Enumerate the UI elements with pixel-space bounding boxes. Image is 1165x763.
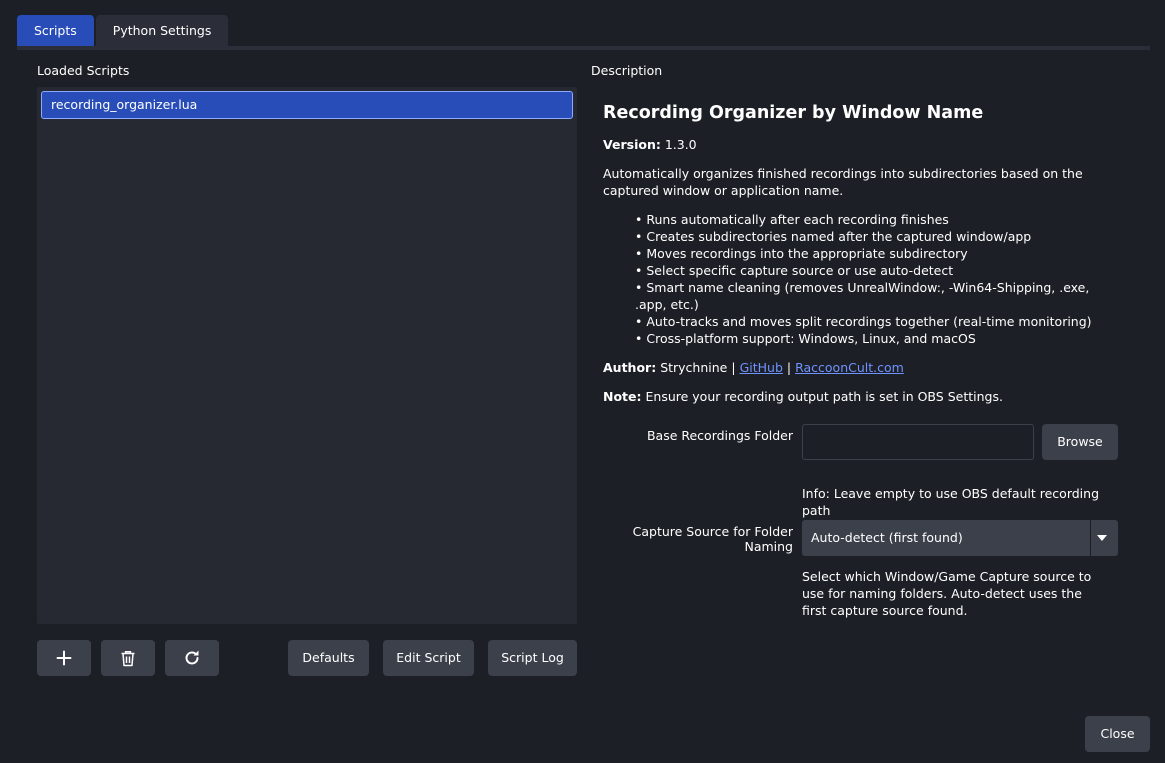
note-label: Note: <box>603 389 642 404</box>
website-link[interactable]: RaccoonCult.com <box>795 360 904 375</box>
author-line: Author: Strychnine | GitHub | RaccoonCul… <box>603 359 1123 376</box>
remove-script-button[interactable] <box>101 640 155 676</box>
capture-source-label: Capture Source for Folder Naming <box>632 524 793 554</box>
tab-scripts[interactable]: Scripts <box>17 15 94 47</box>
defaults-button[interactable]: Defaults <box>288 640 369 676</box>
github-link[interactable]: GitHub <box>740 360 783 375</box>
separator: | <box>731 360 736 375</box>
list-item-script[interactable]: recording_organizer.lua <box>41 91 573 119</box>
capture-source-select[interactable]: Auto-detect (first found) <box>802 520 1118 556</box>
plus-icon <box>56 650 72 666</box>
description-label: Description <box>591 63 663 78</box>
list-item: Auto-tracks and moves split recordings t… <box>635 313 1123 330</box>
script-log-button[interactable]: Script Log <box>488 640 577 676</box>
refresh-icon <box>185 650 199 665</box>
tab-python-settings[interactable]: Python Settings <box>95 15 229 47</box>
list-item: Smart name cleaning (removes UnrealWindo… <box>635 279 1123 313</box>
author-label: Author: <box>603 360 657 375</box>
separator: | <box>786 360 792 375</box>
loaded-scripts-list[interactable]: recording_organizer.lua <box>37 87 577 624</box>
list-item: Moves recordings into the appropriate su… <box>635 245 1123 262</box>
list-item: Creates subdirectories named after the c… <box>635 228 1123 245</box>
select-divider <box>1090 520 1091 556</box>
add-script-button[interactable] <box>37 640 91 676</box>
list-item: Cross-platform support: Windows, Linux, … <box>635 330 1123 347</box>
loaded-scripts-label: Loaded Scripts <box>37 63 130 78</box>
tab-divider <box>17 46 1150 50</box>
capture-source-help: Select which Window/Game Capture source … <box>802 569 1092 618</box>
capture-source-value: Auto-detect (first found) <box>811 530 963 545</box>
folder-info-text: Info: Leave empty to use OBS default rec… <box>802 486 1100 518</box>
tab-bar: Scripts Python Settings <box>17 15 229 47</box>
description-panel: Recording Organizer by Window Name Versi… <box>603 100 1123 417</box>
feature-list: Runs automatically after each recording … <box>635 211 1123 347</box>
base-folder-input[interactable] <box>802 424 1034 460</box>
chevron-down-icon <box>1097 535 1107 541</box>
note-line: Note: Ensure your recording output path … <box>603 388 1123 405</box>
version-label: Version: <box>603 137 661 152</box>
version-value: 1.3.0 <box>664 137 697 152</box>
author-name: Strychnine <box>660 360 728 375</box>
list-item: Runs automatically after each recording … <box>635 211 1123 228</box>
edit-script-button[interactable]: Edit Script <box>383 640 474 676</box>
trash-icon <box>121 650 135 666</box>
folder-label: Base Recordings Folder <box>646 428 793 443</box>
browse-button[interactable]: Browse <box>1042 424 1118 460</box>
script-title: Recording Organizer by Window Name <box>603 103 984 123</box>
note-text: Ensure your recording output path is set… <box>645 389 1003 404</box>
reload-script-button[interactable] <box>165 640 219 676</box>
summary-text: Automatically organizes finished recordi… <box>603 166 1083 198</box>
close-button[interactable]: Close <box>1085 716 1150 752</box>
version-line: Version: 1.3.0 <box>603 136 1123 153</box>
list-item: Select specific capture source or use au… <box>635 262 1123 279</box>
